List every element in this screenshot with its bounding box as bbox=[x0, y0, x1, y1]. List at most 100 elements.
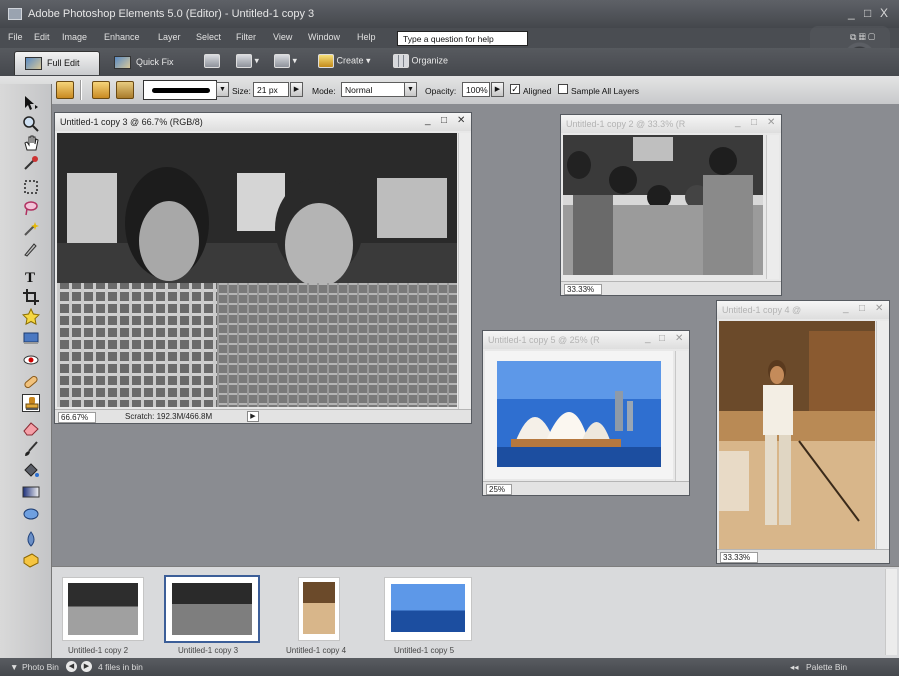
gradient-tool-icon[interactable] bbox=[22, 483, 40, 501]
restore-button[interactable]: □ bbox=[864, 6, 871, 20]
zoom-tool-icon[interactable] bbox=[22, 115, 40, 133]
bin-thumbnail-copy5[interactable] bbox=[384, 577, 472, 641]
document-window-copy3[interactable]: Untitled-1 copy 3 @ 66.7% (RGB/8) _ □ ✕ bbox=[54, 112, 472, 424]
image-canvas-opera-house[interactable] bbox=[485, 351, 673, 479]
clone-stamp-mode-icon[interactable] bbox=[92, 81, 110, 99]
paint-bucket-tool-icon[interactable] bbox=[22, 461, 40, 479]
cookie-cutter-tool-icon[interactable] bbox=[22, 308, 40, 326]
bin-thumbnail-copy3[interactable] bbox=[164, 575, 260, 643]
menu-select[interactable]: Select bbox=[196, 32, 221, 42]
clone-stamp-preset-icon[interactable] bbox=[56, 81, 74, 99]
menu-help[interactable]: Help bbox=[357, 32, 376, 42]
tab-quick-fix[interactable]: Quick Fix bbox=[104, 51, 190, 75]
image-canvas-sepia-man[interactable] bbox=[719, 321, 875, 549]
image-canvas-bw-portrait[interactable] bbox=[57, 133, 457, 407]
size-slider-arrow[interactable]: ▶ bbox=[290, 82, 303, 97]
sponge-tool-icon[interactable] bbox=[22, 551, 40, 569]
tab-full-edit[interactable]: Full Edit bbox=[14, 51, 100, 75]
menu-edit[interactable]: Edit bbox=[34, 32, 50, 42]
doc-close-icon[interactable]: ✕ bbox=[675, 333, 683, 344]
document-window-copy4[interactable]: Untitled-1 copy 4 @ _ □ ✕ 33.33% bbox=[716, 300, 890, 564]
magic-wand-tool-icon[interactable] bbox=[22, 220, 40, 238]
next-file-icon[interactable]: ▶ bbox=[81, 661, 92, 672]
photo-bin-toggle-icon[interactable]: ▼ bbox=[10, 662, 18, 672]
menu-layer[interactable]: Layer bbox=[158, 32, 181, 42]
help-search-input[interactable]: Type a question for help bbox=[397, 31, 528, 46]
vertical-scrollbar[interactable] bbox=[458, 133, 471, 409]
type-tool-icon[interactable]: T bbox=[22, 267, 40, 285]
menu-file[interactable]: File bbox=[8, 32, 23, 42]
bin-thumbnail-copy4[interactable] bbox=[298, 577, 340, 641]
menu-image[interactable]: Image bbox=[62, 32, 87, 42]
doc-minimize-icon[interactable]: _ bbox=[735, 117, 741, 128]
opacity-input[interactable]: 100% bbox=[462, 82, 490, 97]
document-window-copy5[interactable]: Untitled-1 copy 5 @ 25% (R _ □ ✕ 25% bbox=[482, 330, 690, 496]
blend-mode-dropdown-arrow[interactable]: ▼ bbox=[404, 82, 417, 97]
healing-brush-tool-icon[interactable] bbox=[22, 373, 40, 391]
menu-filter[interactable]: Filter bbox=[236, 32, 256, 42]
brush-tool-icon[interactable] bbox=[22, 440, 40, 458]
eyedropper-tool-icon[interactable] bbox=[22, 154, 40, 172]
doc-maximize-icon[interactable]: □ bbox=[441, 115, 447, 126]
straighten-tool-icon[interactable] bbox=[22, 329, 40, 347]
organize-button[interactable]: Organize bbox=[393, 54, 448, 72]
order-prints-button[interactable]: ▾ bbox=[274, 54, 297, 72]
doc-close-icon[interactable]: ✕ bbox=[767, 117, 775, 128]
menu-enhance[interactable]: Enhance bbox=[104, 32, 140, 42]
order-prints-icon bbox=[274, 54, 290, 68]
doc-minimize-icon[interactable]: _ bbox=[425, 115, 431, 126]
doc-close-icon[interactable]: ✕ bbox=[875, 303, 883, 314]
doc-maximize-icon[interactable]: □ bbox=[751, 117, 757, 128]
status-menu-arrow[interactable]: ▶ bbox=[247, 411, 259, 422]
aligned-checkbox[interactable]: ✓ bbox=[510, 84, 520, 94]
document-status-bar: 66.67% Scratch: 192.3M/466.8M ▶ bbox=[55, 409, 471, 423]
doc-maximize-icon[interactable]: □ bbox=[659, 333, 665, 344]
bin-thumbnail-copy2[interactable] bbox=[62, 577, 144, 641]
pattern-stamp-mode-icon[interactable] bbox=[116, 81, 134, 99]
doc-minimize-icon[interactable]: _ bbox=[843, 303, 849, 314]
opacity-slider-arrow[interactable]: ▶ bbox=[491, 82, 504, 97]
blur-tool-icon[interactable] bbox=[22, 530, 40, 548]
zoom-field[interactable]: 66.67% bbox=[58, 412, 96, 423]
doc-maximize-icon[interactable]: □ bbox=[859, 303, 865, 314]
document-title: Untitled-1 copy 2 @ 33.3% (R bbox=[561, 115, 781, 133]
minimize-button[interactable]: _ bbox=[848, 6, 855, 20]
image-canvas-bw-family[interactable] bbox=[563, 135, 763, 275]
brush-picker-arrow[interactable]: ▼ bbox=[216, 82, 229, 97]
photo-bin-scrollbar[interactable] bbox=[885, 569, 897, 655]
zoom-field[interactable]: 25% bbox=[486, 484, 512, 495]
clone-stamp-tool-icon[interactable] bbox=[22, 394, 40, 412]
palette-bin-label[interactable]: Palette Bin bbox=[806, 662, 847, 672]
zoom-field[interactable]: 33.33% bbox=[564, 284, 602, 295]
size-input[interactable]: 21 px bbox=[253, 82, 289, 97]
photo-bin-label[interactable]: Photo Bin bbox=[22, 662, 59, 672]
share-button[interactable]: ▾ bbox=[236, 54, 259, 72]
lasso-tool-icon[interactable] bbox=[22, 199, 40, 217]
doc-window-controls[interactable]: ⧉ ▦ ▢ bbox=[850, 32, 875, 43]
hand-tool-icon[interactable] bbox=[22, 134, 40, 152]
red-eye-tool-icon[interactable] bbox=[22, 351, 40, 369]
vertical-scrollbar[interactable] bbox=[766, 135, 779, 279]
menu-view[interactable]: View bbox=[273, 32, 292, 42]
vertical-scrollbar[interactable] bbox=[675, 351, 688, 481]
sample-all-layers-checkbox[interactable] bbox=[558, 84, 568, 94]
palette-bin-toggle-icon[interactable]: ◂◂ bbox=[790, 662, 799, 673]
selection-brush-tool-icon[interactable] bbox=[22, 240, 40, 258]
move-tool-icon[interactable] bbox=[22, 94, 40, 112]
brush-preview[interactable] bbox=[143, 80, 217, 100]
vertical-scrollbar[interactable] bbox=[876, 321, 889, 551]
create-button[interactable]: Create ▾ bbox=[318, 54, 371, 72]
menu-window[interactable]: Window bbox=[308, 32, 340, 42]
previous-file-icon[interactable]: ◀ bbox=[66, 661, 77, 672]
close-button[interactable]: X bbox=[880, 6, 888, 20]
shape-tool-icon[interactable] bbox=[22, 505, 40, 523]
blend-mode-select[interactable]: Normal bbox=[341, 82, 405, 97]
zoom-field[interactable]: 33.33% bbox=[720, 552, 758, 563]
print-button[interactable] bbox=[204, 54, 220, 72]
document-window-copy2[interactable]: Untitled-1 copy 2 @ 33.3% (R _ □ ✕ 33.33… bbox=[560, 114, 782, 296]
doc-close-icon[interactable]: ✕ bbox=[457, 115, 465, 126]
marquee-tool-icon[interactable] bbox=[22, 178, 40, 196]
doc-minimize-icon[interactable]: _ bbox=[645, 333, 651, 344]
eraser-tool-icon[interactable] bbox=[22, 419, 40, 437]
crop-tool-icon[interactable] bbox=[22, 288, 40, 306]
